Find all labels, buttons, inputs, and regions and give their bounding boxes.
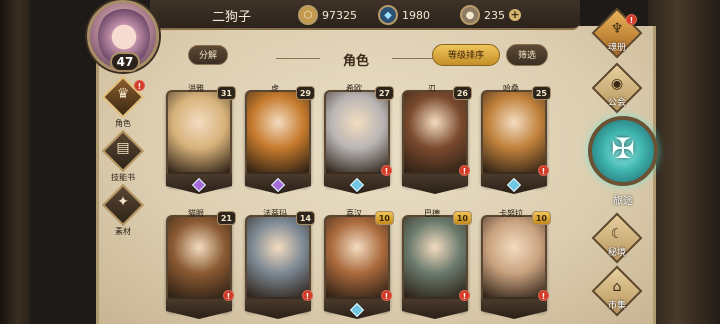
hero-portrait — [247, 92, 309, 172]
hero-portrait — [168, 92, 230, 172]
hero-card[interactable]: 猫眼 21! — [166, 209, 236, 319]
hero-level-badge: 25 — [531, 86, 551, 100]
hero-name: 法蒂玛 — [263, 209, 287, 218]
crystal-resource[interactable]: ◆ 1980 — [378, 4, 430, 26]
hero-name: 刃 — [428, 84, 436, 93]
nav-label: 公会 — [607, 98, 626, 108]
sidebar-item-label: 素材 — [115, 227, 131, 236]
hero-card[interactable]: 虎 29 — [245, 84, 315, 194]
portal-icon: ☾ — [610, 226, 624, 242]
hero-level-badge: 26 — [452, 86, 472, 100]
sidebar-item-label: 技能书 — [111, 173, 135, 182]
nav-mystic[interactable]: ☾ 秘境 — [591, 212, 643, 265]
hero-portrait — [483, 92, 545, 172]
gold-coin-icon: ⬡ — [298, 5, 318, 25]
pouch-icon: ✦ — [117, 194, 129, 210]
nav-label: 旅途 — [613, 196, 633, 207]
nav-journey[interactable]: ✠ 旅途 — [582, 108, 662, 208]
player-level-badge: 47 — [110, 52, 140, 72]
hero-card[interactable]: 洪雅 31 — [166, 84, 236, 194]
stone-resource[interactable]: ● 235 + — [460, 4, 521, 26]
hero-name: 巴德 — [424, 209, 440, 218]
hero-name: 希欧 — [346, 84, 362, 93]
hero-name: 喜汉 — [346, 209, 362, 218]
hero-name: 虎 — [271, 84, 279, 93]
dismantle-button[interactable]: 分解 — [188, 45, 228, 65]
hero-portrait — [326, 217, 388, 297]
sort-by-level-button[interactable]: 等级排序 — [432, 44, 500, 66]
hero-portrait — [483, 217, 545, 297]
hero-alert-badge: ! — [459, 165, 470, 176]
hero-name: 哈桑 — [503, 84, 519, 93]
nav-market[interactable]: ⌂ 市集 — [591, 265, 643, 318]
sidebar-item-skillbook[interactable]: ▤ 技能书 — [98, 129, 148, 186]
sidebar-item-label: 角色 — [115, 119, 131, 128]
nav-soulbook[interactable]: ♆ ! 魂册 — [591, 7, 643, 60]
nav-label: 魂册 — [607, 43, 626, 53]
hero-card[interactable]: 希欧 27! — [324, 84, 394, 194]
soulbook-alert-badge: ! — [626, 14, 637, 25]
hero-card[interactable]: 法蒂玛 14! — [245, 209, 315, 319]
hero-alert-badge: ! — [223, 290, 234, 301]
stone-icon: ● — [460, 5, 480, 25]
hero-alert-badge: ! — [538, 290, 549, 301]
hero-portrait — [404, 92, 466, 172]
gold-resource[interactable]: ⬡ 97325 — [298, 4, 357, 26]
crystal-icon: ◆ — [378, 5, 398, 25]
sidebar-item-roles[interactable]: ♛ ! 角色 — [98, 75, 148, 132]
roles-alert-badge: ! — [134, 80, 145, 91]
hero-alert-badge: ! — [381, 165, 392, 176]
hero-name: 洪雅 — [188, 84, 204, 93]
filter-button[interactable]: 筛选 — [506, 44, 548, 66]
hero-alert-badge: ! — [459, 290, 470, 301]
hero-level-badge: 21 — [216, 211, 236, 225]
hero-card[interactable]: 卡努拉 10! — [481, 209, 551, 319]
book-icon: ▤ — [116, 140, 130, 156]
nav-label: 秘境 — [607, 248, 626, 258]
hero-portrait — [404, 217, 466, 297]
frame-left — [0, 0, 30, 324]
section-title: 角色 — [276, 50, 436, 69]
hero-card[interactable]: 哈桑 25! — [481, 84, 551, 194]
compass-crest-icon: ✠ — [611, 132, 635, 165]
add-stone-button[interactable]: + — [509, 9, 521, 21]
market-stall-icon: ⌂ — [612, 279, 622, 295]
hero-level-badge: 10 — [374, 211, 394, 225]
sidebar-item-material[interactable]: ✦ 素材 — [98, 183, 148, 240]
hero-level-badge: 27 — [374, 86, 394, 100]
hero-alert-badge: ! — [302, 290, 313, 301]
hero-level-badge: 10 — [531, 211, 551, 225]
crystal-amount: 1980 — [402, 8, 430, 22]
hero-portrait — [168, 217, 230, 297]
hero-level-badge: 31 — [216, 86, 236, 100]
eye-icon: ◉ — [610, 76, 624, 92]
hero-name: 猫眼 — [188, 209, 204, 218]
nav-label: 市集 — [607, 301, 626, 311]
hero-card[interactable]: 喜汉 10! — [324, 209, 394, 319]
hero-name: 卡努拉 — [499, 209, 523, 218]
gold-amount: 97325 — [322, 8, 357, 22]
stone-amount: 235 — [484, 8, 505, 22]
hero-portrait — [326, 92, 388, 172]
hero-alert-badge: ! — [381, 290, 392, 301]
hero-card[interactable]: 巴德 10! — [402, 209, 472, 319]
player-name: 二狗子 — [212, 10, 252, 25]
left-sidebar: ♛ ! 角色 ▤ 技能书 ✦ 素材 — [98, 70, 148, 250]
hero-portrait — [247, 217, 309, 297]
hero-card[interactable]: 刃 26! — [402, 84, 472, 194]
hero-level-badge: 14 — [295, 211, 315, 225]
hero-alert-badge: ! — [538, 165, 549, 176]
hero-level-badge: 29 — [295, 86, 315, 100]
hero-level-badge: 10 — [452, 211, 472, 225]
